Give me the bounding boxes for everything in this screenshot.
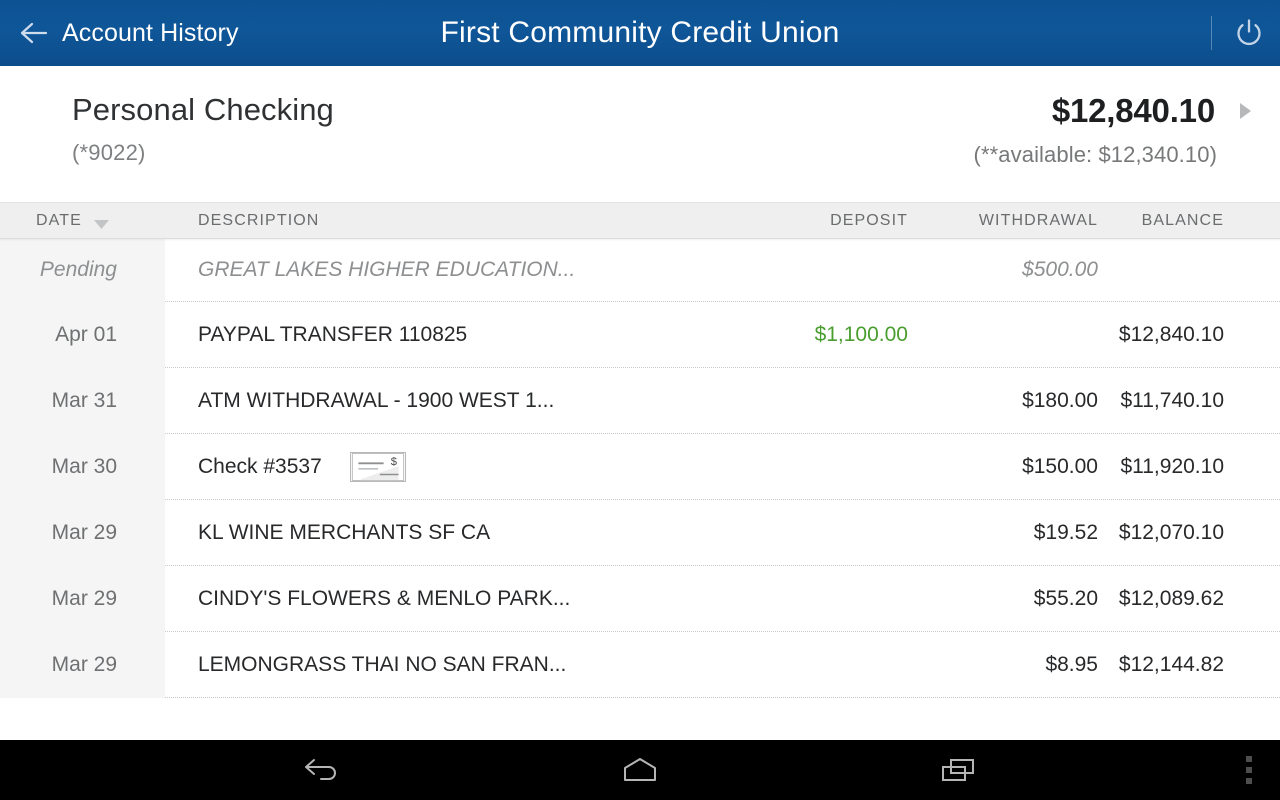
android-back-icon[interactable] xyxy=(299,751,345,789)
description-text: GREAT LAKES HIGHER EDUCATION... xyxy=(198,258,576,281)
cell-balance: $11,740.10 xyxy=(1120,388,1224,412)
table-row[interactable]: Mar 29 LEMONGRASS THAI NO SAN FRAN... $8.9… xyxy=(0,631,1280,698)
cell-date: Mar 29 xyxy=(0,499,165,566)
transaction-rows: Pending GREAT LAKES HIGHER EDUCATION... $5… xyxy=(0,238,1280,698)
cell-date: Pending xyxy=(0,238,165,302)
overflow-dot xyxy=(1246,778,1252,784)
description-text: LEMONGRASS THAI NO SAN FRAN... xyxy=(198,652,567,676)
column-header-date-label: DATE xyxy=(36,211,82,229)
cell-description: Check #3537 $ xyxy=(165,451,732,482)
cell-date: Apr 01 xyxy=(0,301,165,368)
description-text: CINDY'S FLOWERS & MENLO PARK... xyxy=(198,586,571,610)
table-row[interactable]: Mar 29 CINDY'S FLOWERS & MENLO PARK... $55… xyxy=(0,565,1280,632)
column-header-description[interactable]: DESCRIPTION xyxy=(165,212,732,230)
cell-withdrawal: $55.20 xyxy=(1033,586,1098,610)
app-bar-actions xyxy=(1211,0,1280,66)
cell-balance: $12,089.62 xyxy=(1118,586,1224,610)
cell-withdrawal: $150.00 xyxy=(1022,454,1098,478)
android-home-icon[interactable] xyxy=(617,751,663,789)
sort-descending-caret-icon xyxy=(93,216,109,229)
table-row[interactable]: Mar 29 KL WINE MERCHANTS SF CA $19.52 $12,0… xyxy=(0,499,1280,566)
table-header-row: DATE DESCRIPTION DEPOSIT WITHDRAWAL BALA… xyxy=(0,202,1280,239)
description-text: PAYPAL TRANSFER 110825 xyxy=(198,322,468,346)
column-header-date[interactable]: DATE xyxy=(0,212,165,230)
cell-description: CINDY'S FLOWERS & MENLO PARK... xyxy=(165,587,732,611)
cell-description: GREAT LAKES HIGHER EDUCATION... xyxy=(165,258,732,282)
table-row[interactable]: Apr 01 PAYPAL TRANSFER 110825 $1,100.00 $12… xyxy=(0,301,1280,368)
cell-balance: $11,920.10 xyxy=(1120,454,1224,478)
svg-text:$: $ xyxy=(391,456,398,468)
description-text: Check #3537 xyxy=(198,454,322,478)
overflow-dot xyxy=(1246,767,1252,773)
cell-balance: $12,840.10 xyxy=(1118,322,1224,346)
power-icon[interactable] xyxy=(1232,16,1266,50)
current-balance: $12,840.10 xyxy=(1051,92,1215,129)
overflow-menu-icon[interactable] xyxy=(1246,756,1252,784)
cell-date: Mar 29 xyxy=(0,631,165,698)
action-divider xyxy=(1211,16,1212,50)
column-header-deposit[interactable]: DEPOSIT xyxy=(732,212,908,230)
column-header-balance[interactable]: BALANCE xyxy=(1098,212,1280,230)
account-name: Personal Checking xyxy=(72,92,334,127)
account-identity: Personal Checking (*9022) xyxy=(0,66,334,166)
back-label: Account History xyxy=(62,18,239,47)
table-row[interactable]: Mar 30 Check #3537 $ $150.00 $11,920.10 xyxy=(0,433,1280,500)
nav-icon-group xyxy=(299,751,981,789)
android-recents-icon[interactable] xyxy=(935,751,981,789)
chevron-right-icon[interactable] xyxy=(1237,100,1254,122)
overflow-dot xyxy=(1246,756,1252,762)
account-history-screen: Account History First Community Credit U… xyxy=(0,0,1280,800)
cell-withdrawal: $19.52 xyxy=(1033,520,1098,544)
balance-row: $12,840.10 xyxy=(1052,92,1254,130)
transaction-table: DATE DESCRIPTION DEPOSIT WITHDRAWAL BALA… xyxy=(0,202,1280,740)
cell-withdrawal: $180.00 xyxy=(1022,388,1098,412)
account-number-masked: (*9022) xyxy=(72,139,146,165)
cell-date: Mar 30 xyxy=(0,433,165,500)
column-header-withdrawal[interactable]: WITHDRAWAL xyxy=(908,212,1098,230)
cell-deposit: $1,100.00 xyxy=(814,322,908,346)
cell-date: Mar 31 xyxy=(0,367,165,434)
available-balance: (**available: $12,340.10) xyxy=(973,142,1217,167)
table-row[interactable]: Mar 31 ATM WITHDRAWAL - 1900 WEST 1... $18… xyxy=(0,367,1280,434)
cell-balance: $12,070.10 xyxy=(1118,520,1224,544)
cell-description: KL WINE MERCHANTS SF CA xyxy=(165,521,732,545)
account-summary[interactable]: Personal Checking (*9022) $12,840.10 (**… xyxy=(0,66,1280,202)
back-arrow-icon xyxy=(18,18,48,48)
cell-balance: $12,144.82 xyxy=(1118,652,1224,676)
cell-description: ATM WITHDRAWAL - 1900 WEST 1... xyxy=(165,389,732,413)
cell-description: PAYPAL TRANSFER 110825 xyxy=(165,323,732,347)
app-bar: Account History First Community Credit U… xyxy=(0,0,1280,66)
cell-description: LEMONGRASS THAI NO SAN FRAN... xyxy=(165,653,732,677)
check-image-icon[interactable]: $ xyxy=(349,451,406,482)
table-row[interactable]: Pending GREAT LAKES HIGHER EDUCATION... $5… xyxy=(0,238,1280,302)
cell-date: Mar 29 xyxy=(0,565,165,632)
account-balances: $12,840.10 (**available: $12,340.10) xyxy=(974,66,1280,168)
description-text: KL WINE MERCHANTS SF CA xyxy=(198,520,491,544)
description-text: ATM WITHDRAWAL - 1900 WEST 1... xyxy=(198,388,555,412)
back-navigation-button[interactable]: Account History xyxy=(0,0,330,66)
cell-withdrawal: $500.00 xyxy=(1022,258,1098,281)
cell-withdrawal: $8.95 xyxy=(1045,652,1098,676)
android-navigation-bar xyxy=(0,740,1280,800)
